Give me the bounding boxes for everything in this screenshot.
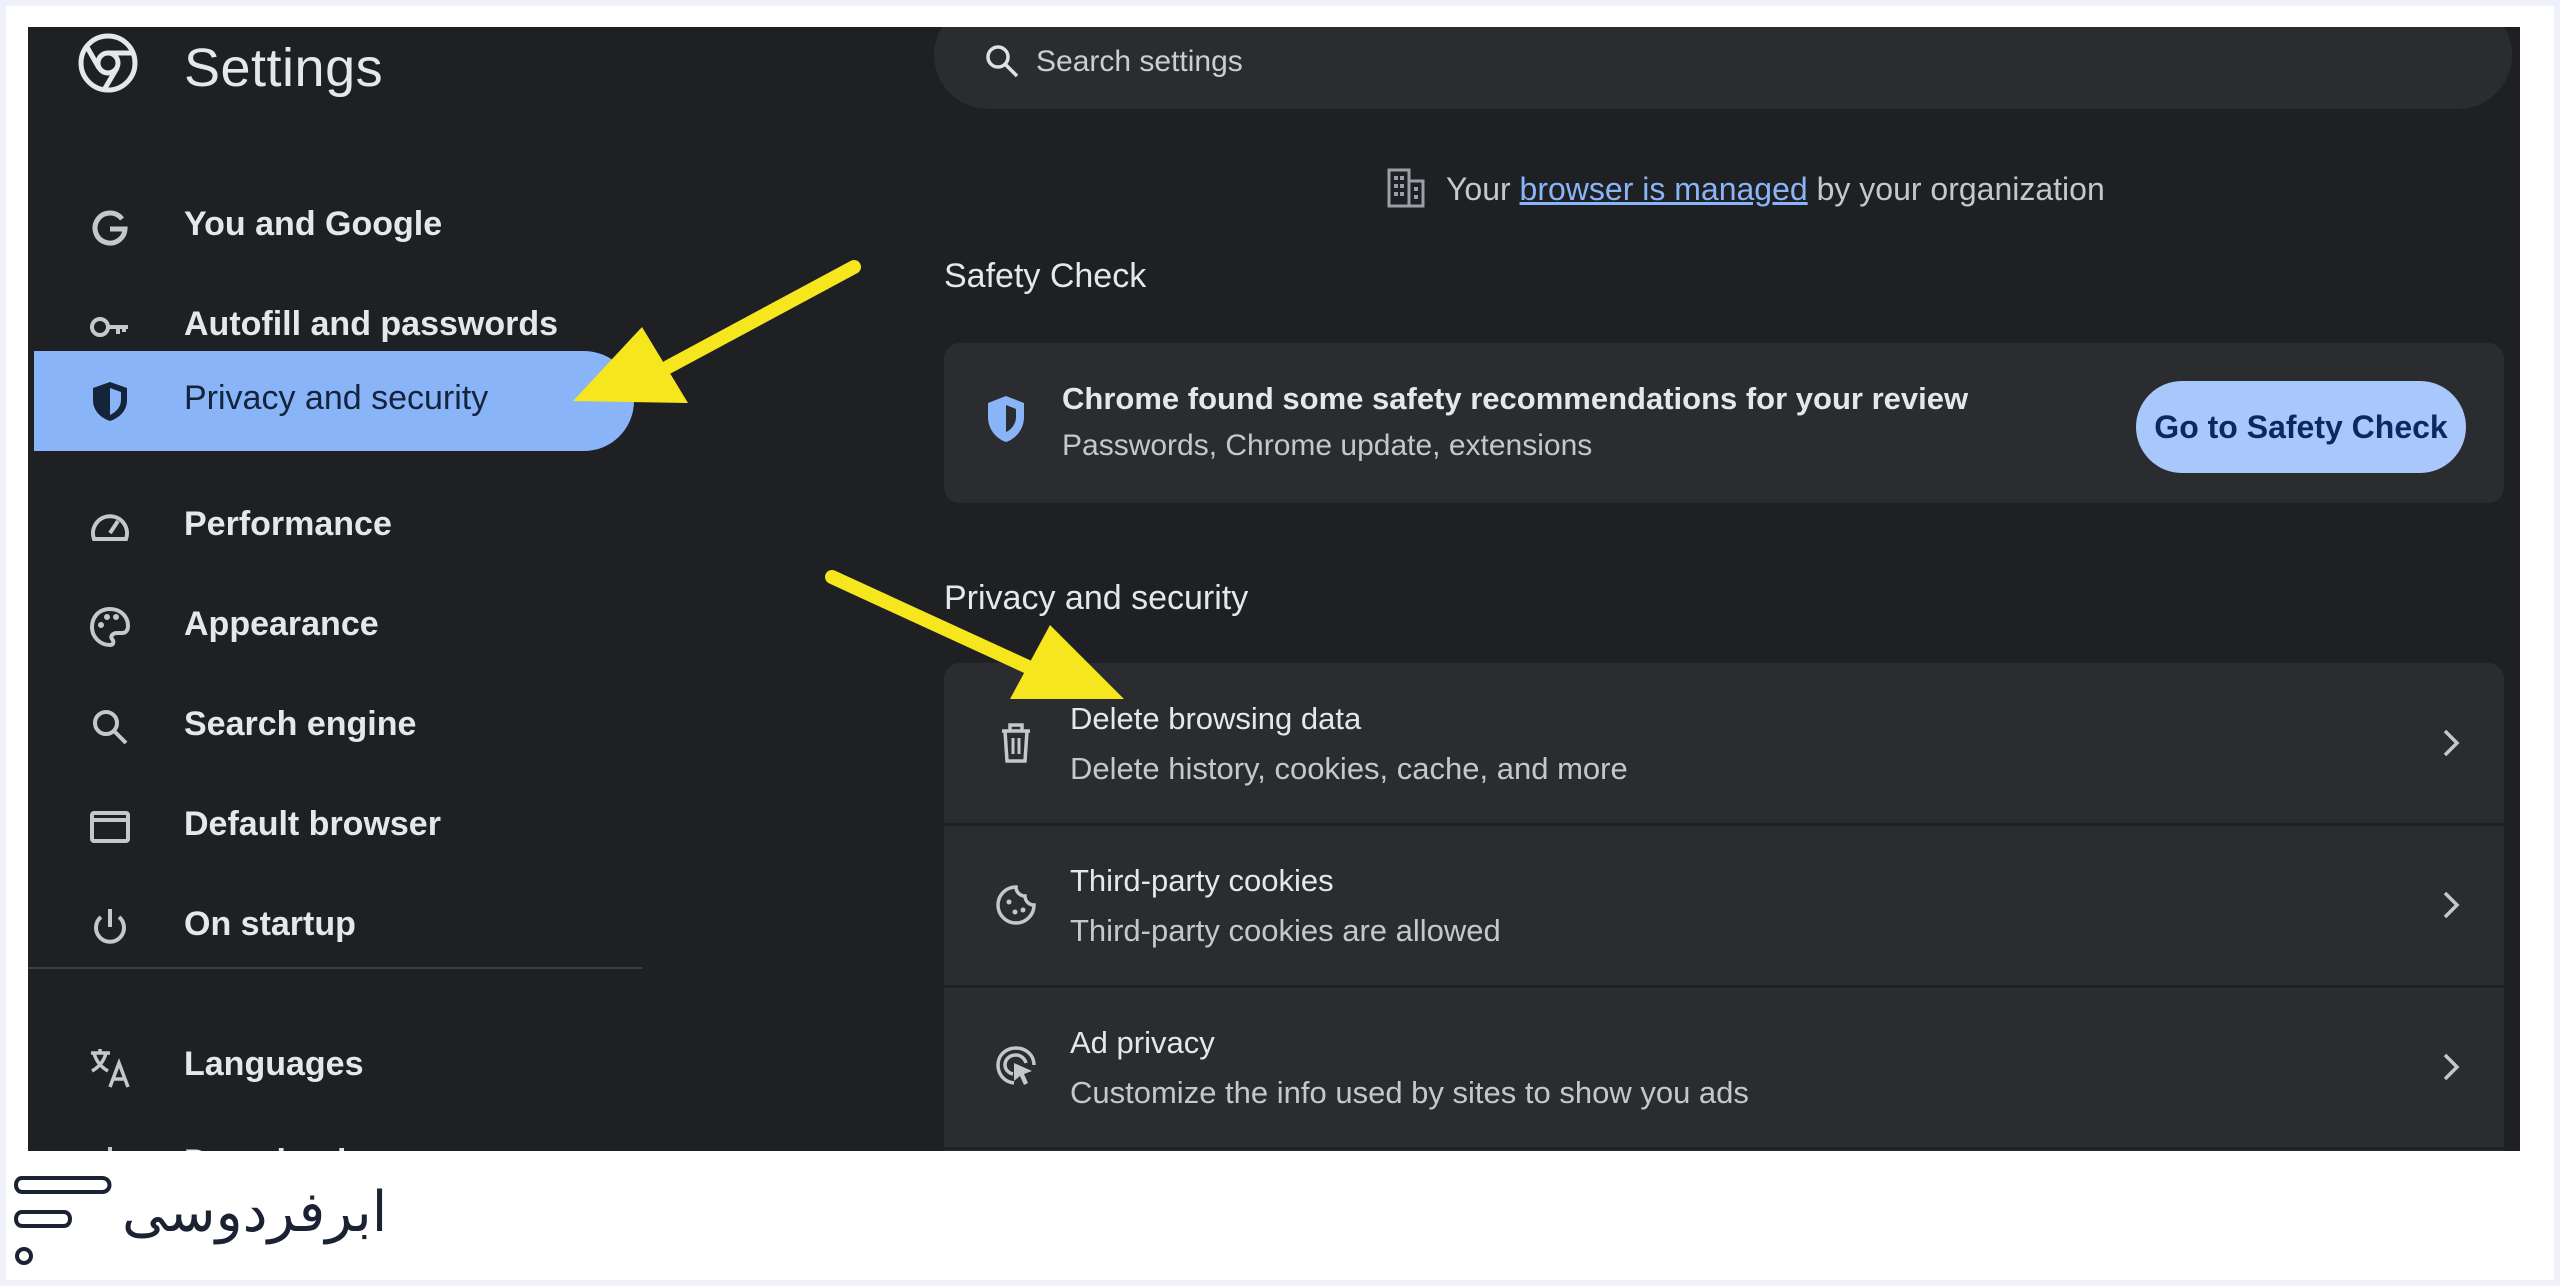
safety-check-heading: Safety Check [944,257,1147,295]
building-icon [1387,168,1425,208]
delete-browsing-data-row[interactable]: Delete browsing data Delete history, coo… [944,663,2504,823]
sidebar-item-label: Default browser [184,805,441,843]
key-icon [90,317,128,337]
row-subtitle: Delete history, cookies, cache, and more [1070,751,1628,786]
safety-check-subtitle: Passwords, Chrome update, extensions [1062,429,1593,462]
google-g-icon [92,210,128,246]
ad-privacy-row[interactable]: Ad privacy Customize the info used by si… [944,987,2504,1147]
chevron-right-icon [2443,891,2460,919]
search-bar[interactable]: Search settings [934,27,2512,109]
managed-text: Your browser is managed by your organiza… [1446,171,2105,208]
chrome-settings-window: Settings You and Google Autofill and pas… [28,27,2520,1151]
sidebar-item-appearance[interactable]: Appearance [34,577,634,677]
row-subtitle: Customize the info used by sites to show… [1070,1075,1749,1110]
sidebar-item-label: Downloads [184,1143,365,1151]
brand-name: ابرفردوسی [122,1180,388,1245]
sidebar-item-performance[interactable]: Performance [34,477,634,577]
managed-link[interactable]: browser is managed [1520,171,1808,207]
ad-privacy-icon [996,1046,1036,1085]
sidebar-item-privacy-and-security[interactable]: Privacy and security [34,351,634,451]
sidebar-item-label: Privacy and security [184,379,489,417]
sidebar-item-search-engine[interactable]: Search engine [34,677,634,777]
shield-icon [93,382,127,421]
sidebar-item-you-and-google[interactable]: You and Google [34,177,634,277]
sidebar-item-downloads[interactable]: Downloads [34,1115,634,1151]
third-party-cookies-row[interactable]: Third-party cookies Third-party cookies … [944,825,2504,985]
managed-prefix: Your [1446,171,1511,207]
chevron-right-icon [2443,729,2460,757]
sidebar-item-label: On startup [184,905,356,943]
translate-icon [91,1049,130,1088]
row-title: Ad privacy [1070,1025,1215,1060]
sidebar-item-label: Languages [184,1045,364,1083]
power-icon [94,909,126,944]
browser-window-icon [90,811,130,843]
sidebar-item-languages[interactable]: Languages [34,1017,634,1117]
sidebar-item-on-startup[interactable]: On startup [34,877,634,977]
privacy-security-card: Delete browsing data Delete history, coo… [944,663,2504,1151]
search-icon [93,710,128,745]
page-title: Settings [184,38,384,98]
sidebar-item-label: Autofill and passwords [184,305,559,343]
cookie-icon [996,885,1036,925]
download-icon [108,1147,112,1151]
sidebar: Settings You and Google Autofill and pas… [28,27,648,1151]
search-input[interactable]: Search settings [1036,45,1243,79]
safety-check-title: Chrome found some safety recommendations… [1062,381,1969,416]
go-to-safety-check-button[interactable]: Go to Safety Check [2136,381,2466,473]
search-icon [986,45,1019,78]
sidebar-item-label: Search engine [184,705,417,743]
palette-icon [89,606,131,648]
speedometer-icon [91,514,129,541]
chrome-logo-icon [78,33,138,93]
sidebar-item-label: Performance [184,505,392,543]
sidebar-item-label: You and Google [184,205,443,243]
privacy-security-heading: Privacy and security [944,579,1249,617]
managed-suffix: by your organization [1816,171,2105,207]
row-title: Third-party cookies [1070,863,1334,898]
row-title: Delete browsing data [1070,701,1362,736]
shield-check-icon [988,396,1024,442]
sidebar-item-label: Appearance [184,605,379,643]
row-divider [944,1147,2504,1150]
trash-icon [1002,723,1030,763]
chevron-right-icon [2443,1053,2460,1081]
sidebar-item-default-browser[interactable]: Default browser [34,777,634,877]
row-subtitle: Third-party cookies are allowed [1070,913,1501,948]
sidebar-divider [28,967,642,969]
safety-check-card: Chrome found some safety recommendations… [944,343,2504,503]
